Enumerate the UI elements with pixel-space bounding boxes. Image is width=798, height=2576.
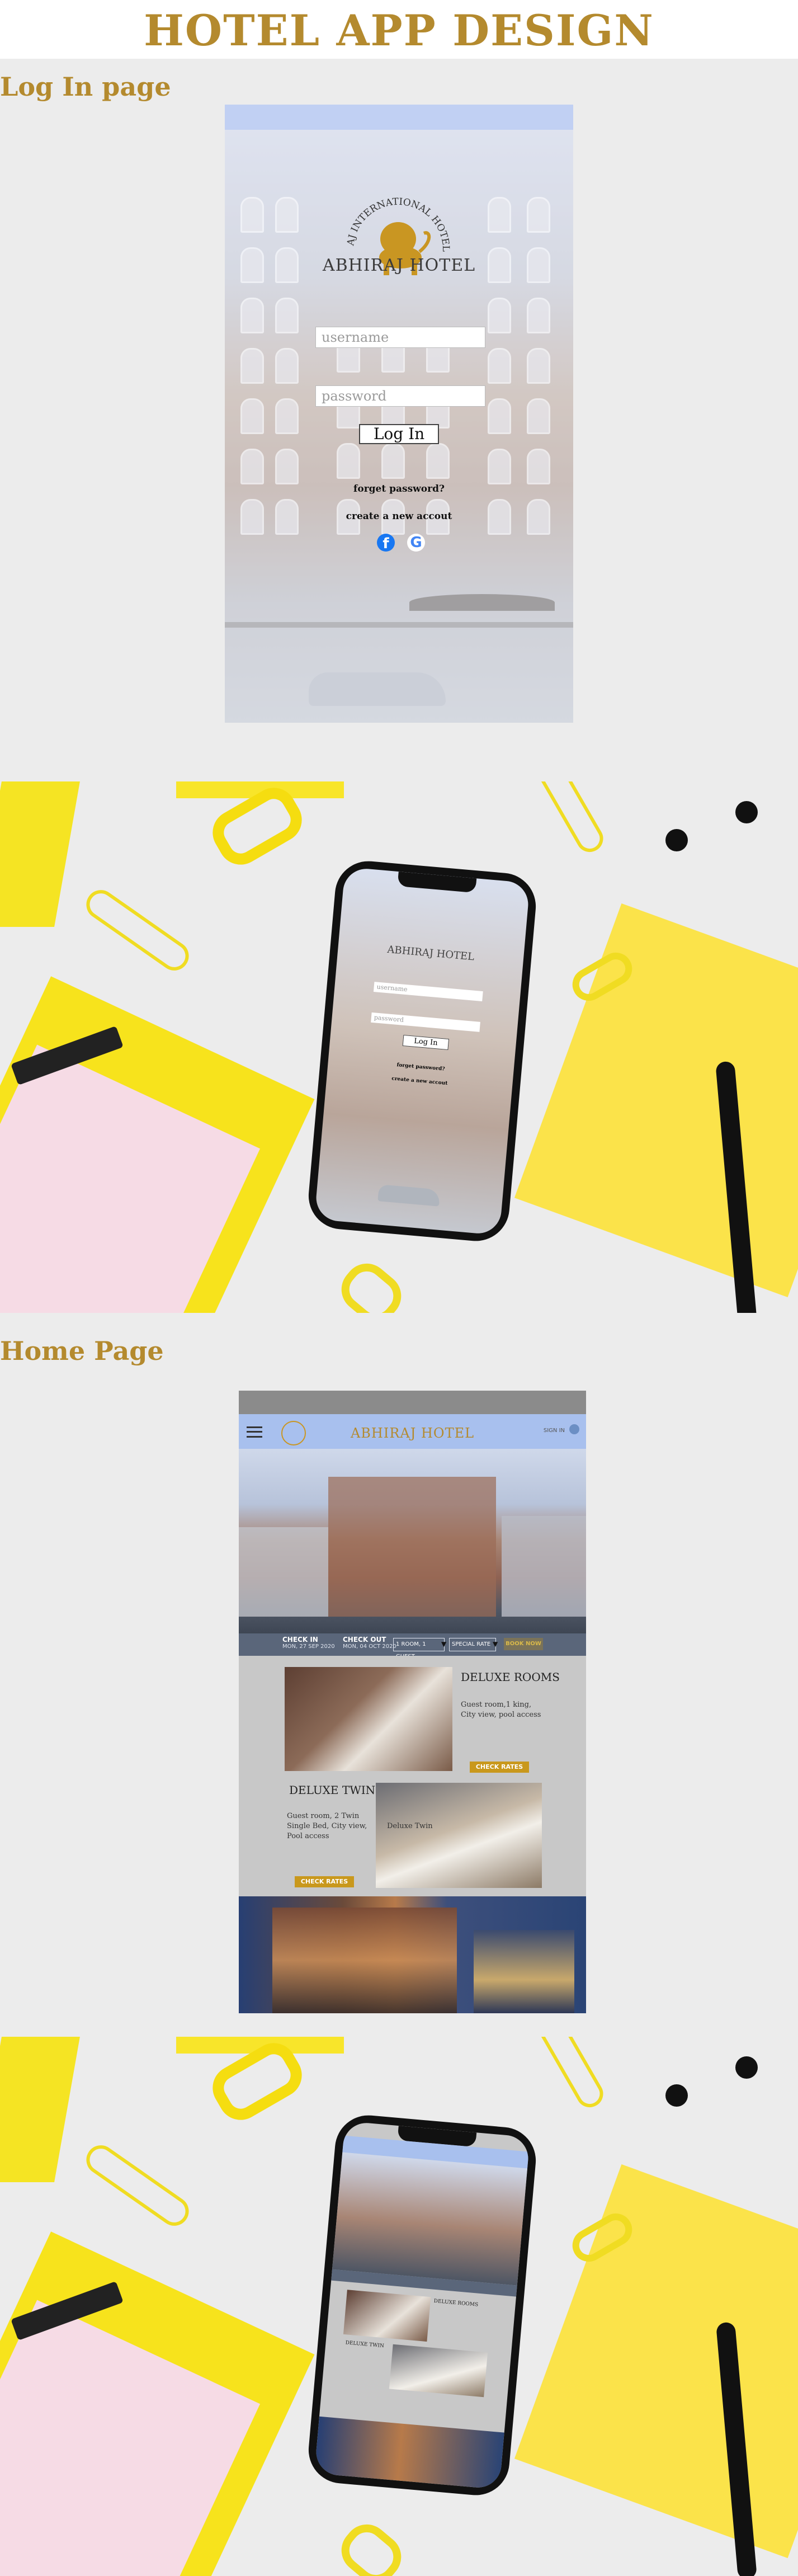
deluxe-twin-image: Deluxe Twin: [376, 1783, 542, 1888]
google-icon[interactable]: G: [407, 534, 425, 552]
room-desc-line: Pool access: [287, 1832, 329, 1840]
check-rates-button[interactable]: CHECK RATES: [295, 1876, 354, 1887]
check-in-date[interactable]: MON, 27 SEP 2020: [282, 1643, 335, 1650]
room-title: DELUXE TWIN: [289, 1783, 376, 1797]
hotel-night-image: [239, 1896, 586, 2013]
username-input[interactable]: username: [315, 327, 485, 348]
home-screen: SIGN IN ABHIRAJ HOTEL CHECK IN MON, 27 S…: [239, 1391, 586, 2013]
room-desc-line: Guest room,1 king,: [461, 1701, 532, 1709]
facebook-icon[interactable]: f: [377, 534, 395, 552]
lion-logo-icon: ABHIRAJ INTERNATIONAL HOTEL 2000: [329, 180, 451, 275]
login-section-heading: Log In page: [0, 72, 171, 102]
phone-mockup-home: DELUXE ROOMS DELUXE TWIN: [0, 2037, 798, 2576]
room-desc-line: City view, pool access: [461, 1711, 541, 1719]
login-button[interactable]: Log In: [359, 424, 439, 444]
booking-bar: CHECK IN MON, 27 SEP 2020 CHECK OUT MON,…: [239, 1633, 586, 1660]
login-screen: ABHIRAJ INTERNATIONAL HOTEL 2000 ABHIRAJ…: [225, 105, 573, 723]
room-title: DELUXE ROOMS: [461, 1670, 560, 1684]
book-now-button[interactable]: BOOK NOW: [504, 1638, 543, 1650]
phone-mockup-login: ABHIRAJ HOTEL username password Log In f…: [0, 781, 798, 1313]
notebook-image: [514, 903, 798, 1298]
check-rates-button[interactable]: CHECK RATES: [470, 1762, 529, 1773]
room-guest-select[interactable]: 1 ROOM, 1 GUEST: [393, 1638, 445, 1660]
smartphone-image: ABHIRAJ HOTEL username password Log In f…: [305, 858, 539, 1244]
forgot-password-link[interactable]: forget password?: [225, 483, 573, 495]
chevron-down-icon[interactable]: ▼: [441, 1640, 446, 1648]
hotel-hero-image: [239, 1449, 586, 1633]
deluxe-room-image: [285, 1667, 452, 1771]
chevron-down-icon[interactable]: ▼: [493, 1640, 498, 1648]
special-rate-select[interactable]: SPECIAL RATE: [449, 1638, 496, 1651]
home-section-heading: Home Page: [0, 1336, 164, 1366]
notebook-image: [514, 2164, 798, 2559]
check-out-label: CHECK OUT: [343, 1636, 386, 1643]
password-input[interactable]: password: [315, 385, 485, 407]
push-pin-image: [665, 2084, 688, 2107]
create-account-link[interactable]: create a new accout: [225, 511, 573, 522]
check-in-label: CHECK IN: [282, 1636, 318, 1643]
push-pin-image: [665, 829, 688, 851]
smartphone-image: DELUXE ROOMS DELUXE TWIN: [305, 2112, 539, 2498]
nav-title: ABHIRAJ HOTEL: [350, 1425, 475, 1441]
hotel-name: ABHIRAJ HOTEL: [322, 256, 476, 275]
rooms-section: DELUXE ROOMS Guest room,1 king, City vie…: [239, 1656, 586, 1896]
check-out-date[interactable]: MON, 04 OCT 2020: [343, 1643, 396, 1650]
room-desc-line: Guest room, 2 Twin: [287, 1812, 360, 1820]
page-title: HOTEL APP DESIGN: [0, 0, 798, 59]
room-desc-line: Single Bed, City view,: [287, 1822, 367, 1830]
paper-clip-image: [81, 884, 195, 977]
paper-clip-image: [81, 2139, 195, 2232]
